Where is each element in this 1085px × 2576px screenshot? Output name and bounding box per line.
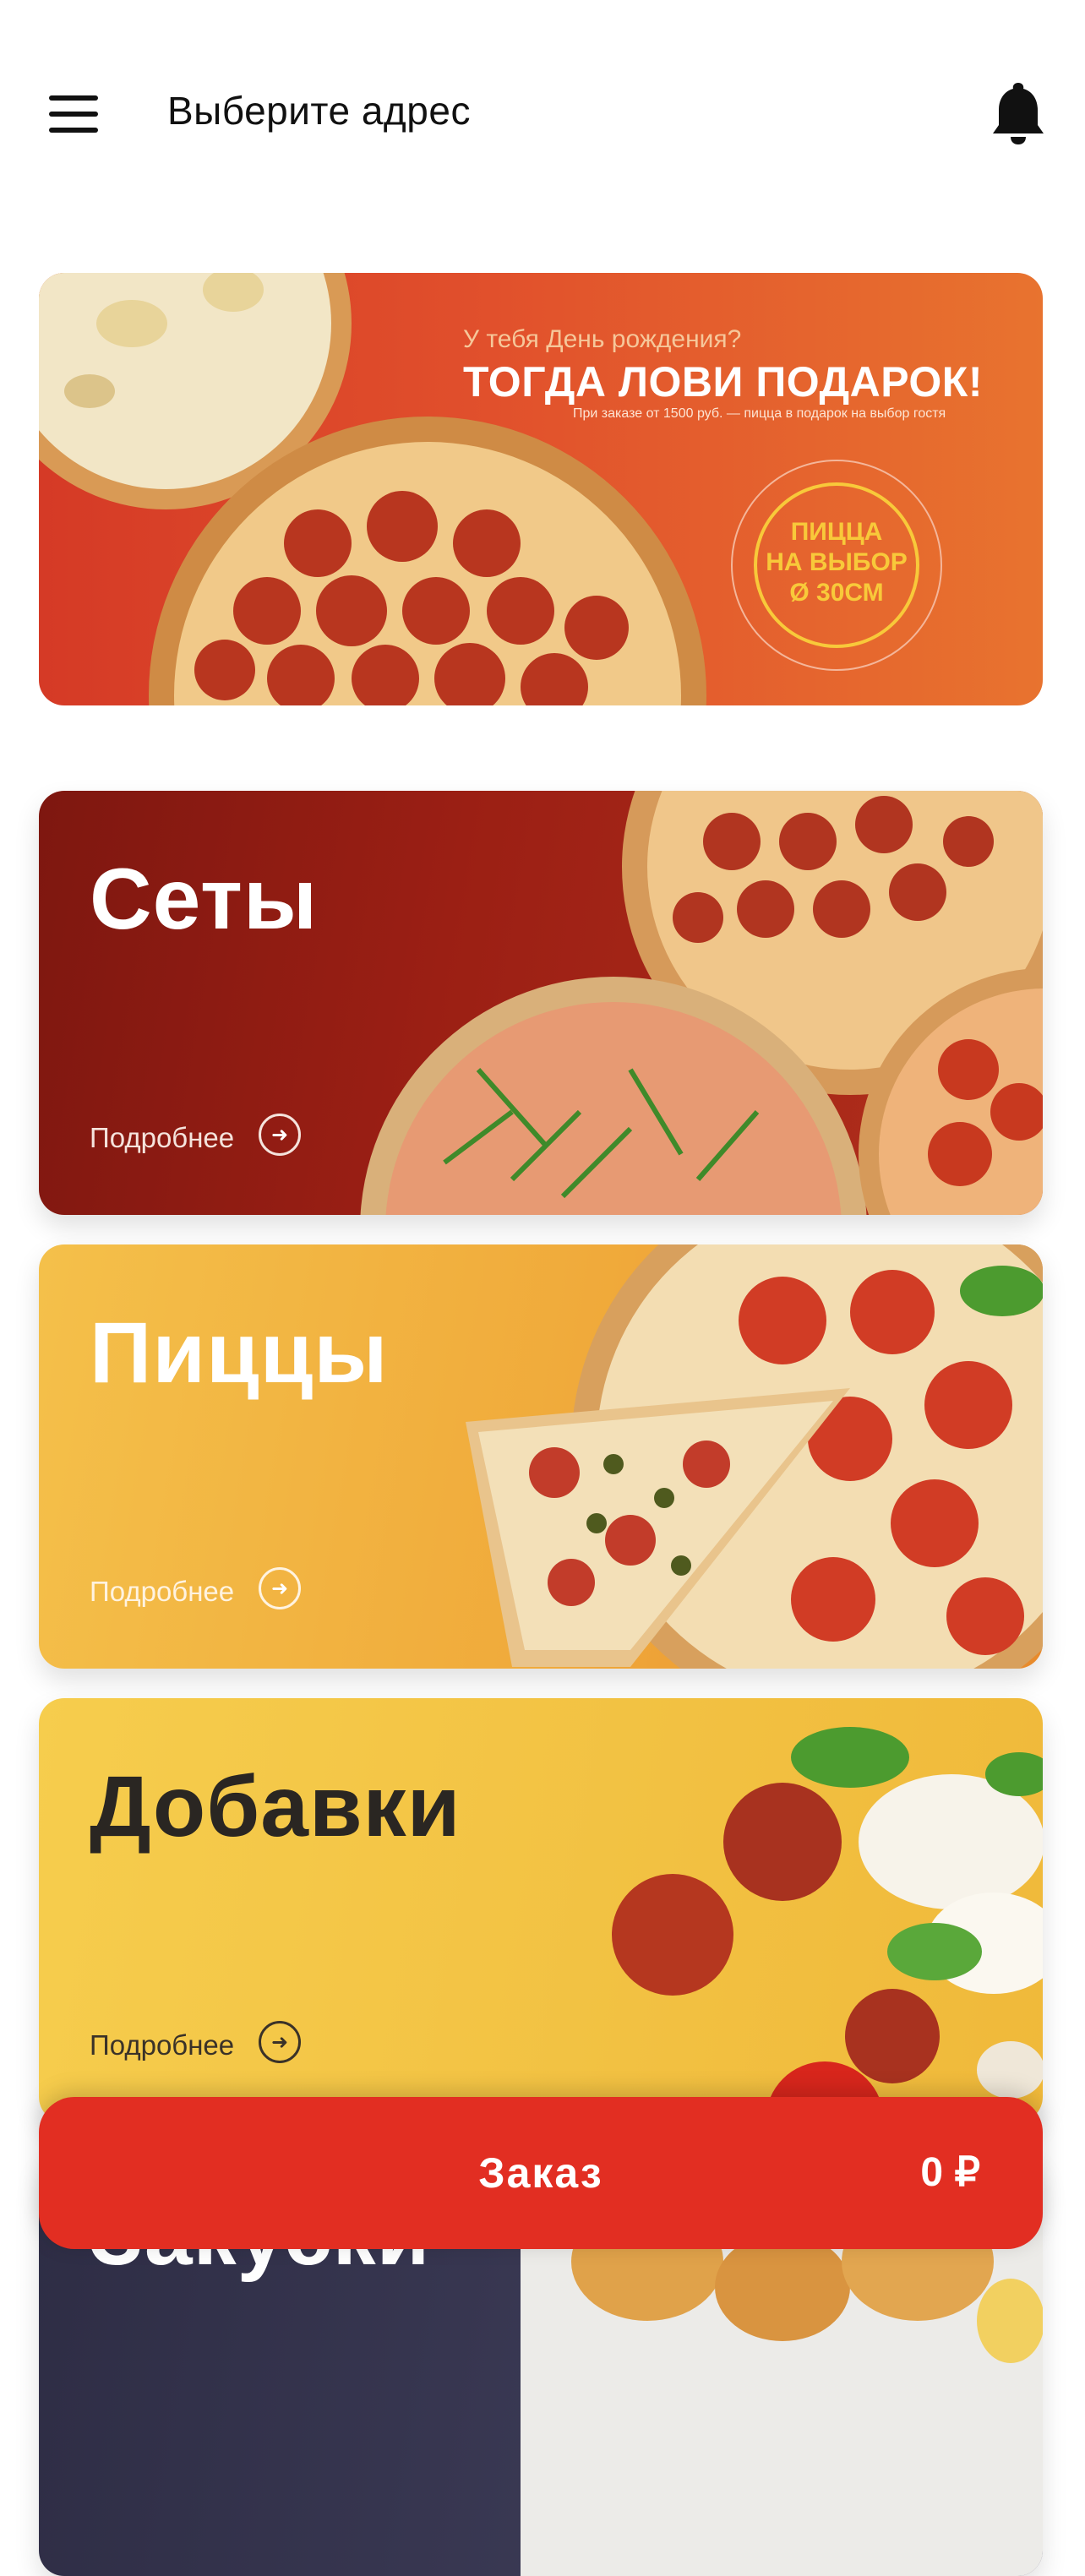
bell-icon[interactable] xyxy=(990,81,1046,145)
more-link[interactable]: Подробнее xyxy=(90,1122,234,1154)
birthday-promo-banner[interactable]: У тебя День рождения? ТОГДА ЛОВИ ПОДАРОК… xyxy=(39,273,1043,705)
category-card-sets[interactable]: Сеты Подробнее ➜ xyxy=(39,791,1043,1215)
badge-line-2: НА ВЫБОР xyxy=(766,548,908,576)
order-label: Заказ xyxy=(478,2149,603,2197)
address-selector[interactable]: Выберите адрес xyxy=(167,88,471,133)
promo-badge: ПИЦЦА НА ВЫБОР Ø 30СМ xyxy=(728,457,945,673)
promo-subtitle: У тебя День рождения? xyxy=(463,325,742,353)
category-title: Сеты xyxy=(90,851,319,947)
promo-title: ТОГДА ЛОВИ ПОДАРОК! xyxy=(463,358,983,406)
more-link[interactable]: Подробнее xyxy=(90,2029,234,2061)
category-title: Пиццы xyxy=(90,1304,389,1401)
hamburger-menu-icon[interactable] xyxy=(49,95,98,133)
promo-note: При заказе от 1500 руб. — пицца в подаро… xyxy=(573,406,946,421)
category-card-pizzas[interactable]: Пиццы Подробнее ➜ xyxy=(39,1244,1043,1669)
badge-line-1: ПИЦЦА xyxy=(790,518,883,546)
category-card-additions[interactable]: Добавки Подробнее ➜ xyxy=(39,1698,1043,2122)
arrow-right-icon[interactable]: ➜ xyxy=(259,2021,301,2063)
arrow-right-icon[interactable]: ➜ xyxy=(259,1567,301,1609)
category-title: Добавки xyxy=(90,1758,461,1854)
more-link[interactable]: Подробнее xyxy=(90,1576,234,1608)
badge-line-3: Ø 30СМ xyxy=(789,579,884,607)
order-button[interactable]: Заказ 0 ₽ xyxy=(39,2097,1043,2249)
top-bar: Выберите адрес xyxy=(0,0,1085,194)
order-total: 0 ₽ xyxy=(920,2150,980,2195)
arrow-right-icon[interactable]: ➜ xyxy=(259,1114,301,1156)
